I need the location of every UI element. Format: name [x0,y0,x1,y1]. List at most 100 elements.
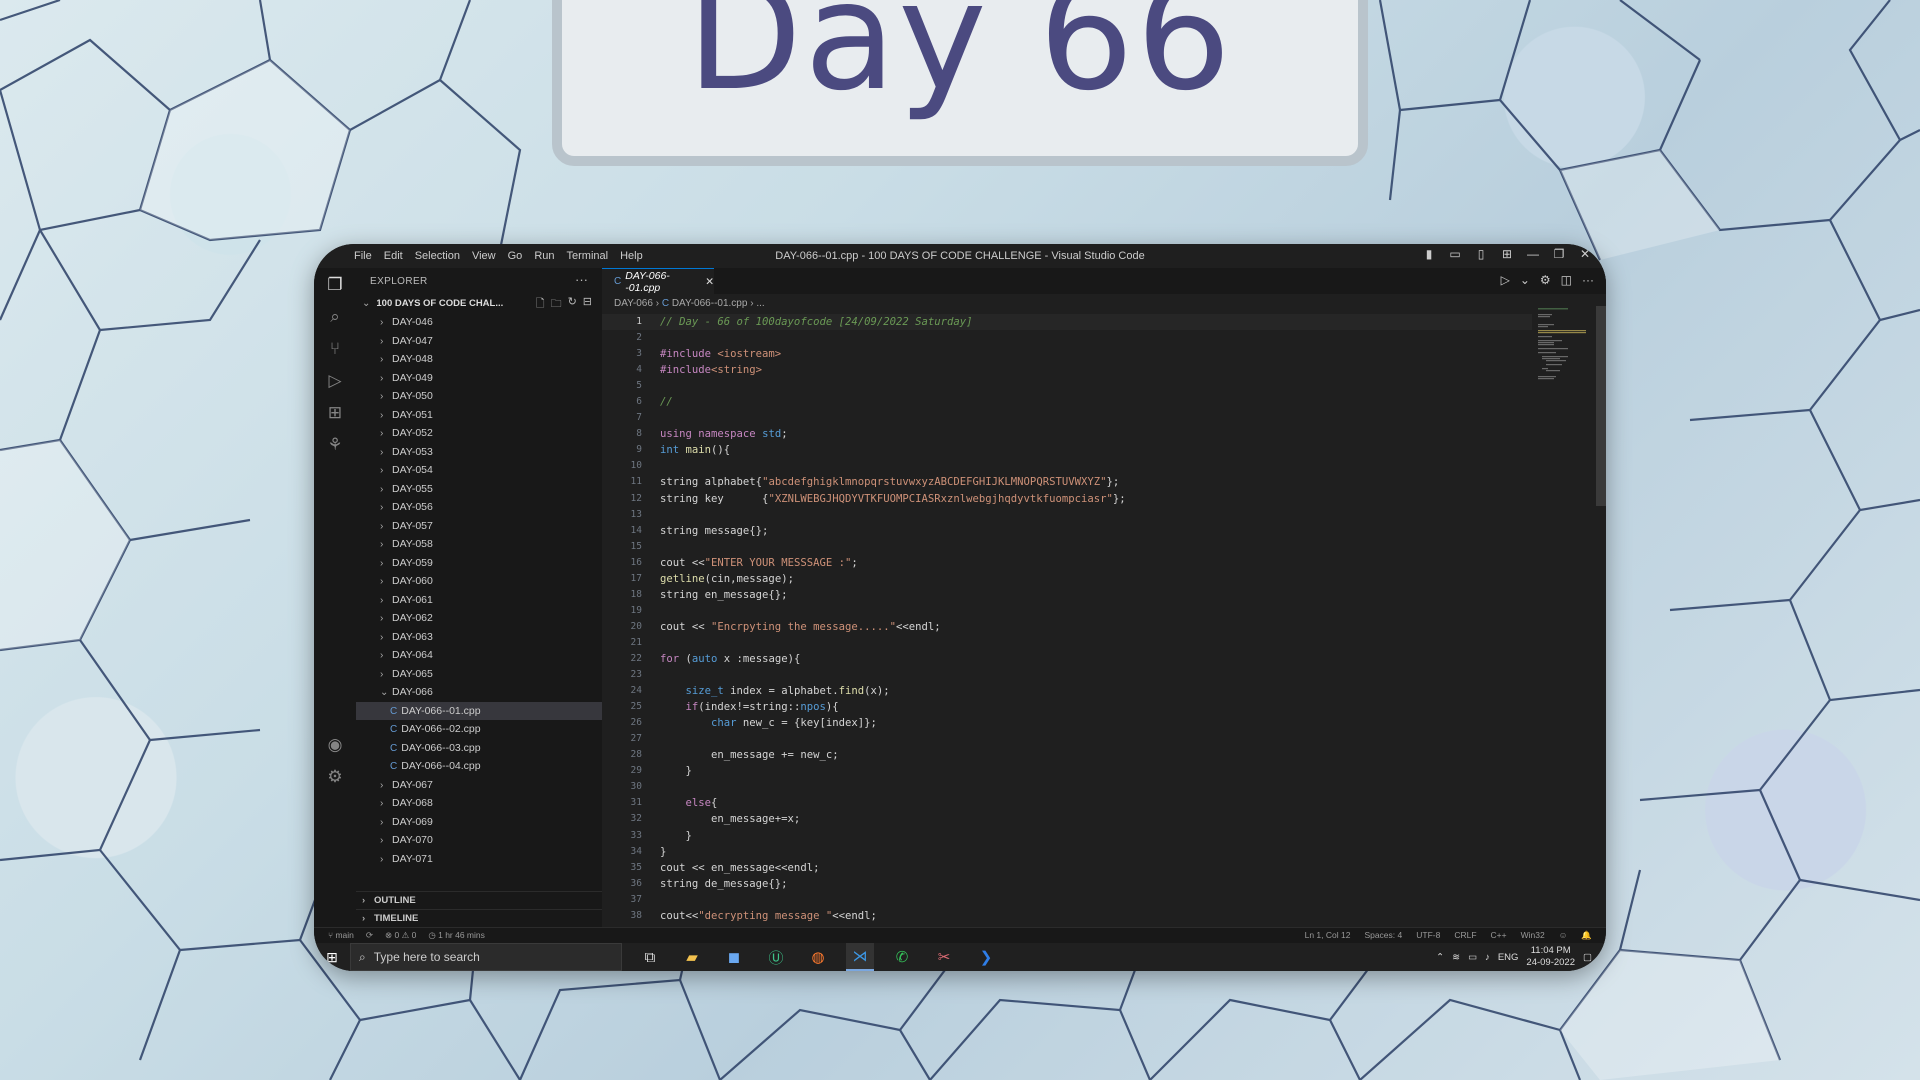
file-item[interactable]: C DAY-066--02.cpp [356,720,602,739]
timeline-section[interactable]: › TIMELINE [356,909,602,928]
folder-item[interactable]: ›DAY-072 [356,868,602,873]
notifications-bell-icon[interactable]: 🔔 [1581,930,1592,941]
folder-item[interactable]: › DAY-065 [356,665,602,684]
code-editor[interactable]: 1 // Day - 66 of 100dayofcode [24/09/2022… [602,314,1532,928]
chevron-down-icon[interactable]: ⌄ [1520,273,1530,287]
code-line[interactable]: 18 string en_message{}; [602,587,1532,603]
run-debug-icon[interactable]: ▷ [324,370,346,392]
code-line[interactable]: 8 using namespace std; [602,426,1532,442]
code-line[interactable]: 36 string de_message{}; [602,876,1532,892]
folder-item[interactable]: › DAY-061 [356,591,602,610]
folder-item[interactable]: › DAY-051 [356,406,602,425]
code-line[interactable]: 9 int main(){ [602,442,1532,458]
collapse-all-icon[interactable]: ⊟ [583,295,592,314]
folder-item[interactable]: › DAY-068 [356,794,602,813]
folder-item[interactable]: › DAY-046 [356,313,602,332]
code-line[interactable]: 25 if(index!=string::npos){ [602,699,1532,715]
whatsapp-icon[interactable]: ✆ [888,943,916,971]
feedback-icon[interactable]: ☺ [1559,930,1568,941]
battery-icon[interactable]: ▭ [1468,952,1477,963]
code-line[interactable]: 5 [602,378,1532,394]
more-actions-icon[interactable]: ··· [1582,273,1594,287]
customize-layout-icon[interactable]: ⊞ [1500,247,1514,261]
settings-gear-icon[interactable]: ⚙ [324,766,346,788]
refresh-icon[interactable]: ↻ [568,295,577,314]
close-icon[interactable]: ✕ [1578,247,1592,261]
close-tab-icon[interactable]: ✕ [705,276,714,288]
folder-item[interactable]: ⌄ DAY-066 [356,683,602,702]
file-item[interactable]: C DAY-066--01.cpp [356,701,602,720]
code-line[interactable]: 10 [602,458,1532,474]
code-line[interactable]: 15 [602,539,1532,555]
gear-icon[interactable]: ⚙ [1540,273,1551,287]
explorer-icon[interactable]: ❐ [324,274,346,296]
code-line[interactable]: 34} [602,844,1532,860]
code-line[interactable]: 14 string message{}; [602,523,1532,539]
code-line[interactable]: 32 en_message+=x; [602,811,1532,827]
chevron-up-icon[interactable]: ⌃ [1436,952,1444,963]
project-header[interactable]: ⌄ 100 DAYS OF CODE CHAL... 🗋 🗀 ↻ ⊟ [356,295,602,311]
more-actions-icon[interactable]: ··· [575,272,588,287]
code-line[interactable]: 22 for (auto x :message){ [602,651,1532,667]
vertical-scrollbar[interactable] [1596,306,1606,506]
folder-item[interactable]: › DAY-060 [356,572,602,591]
outline-section[interactable]: › OUTLINE [356,891,602,910]
code-line[interactable]: 27 [602,731,1532,747]
menu-selection[interactable]: Selection [409,250,466,262]
breadcrumb-file[interactable]: DAY-066--01.cpp [672,298,748,309]
code-line[interactable]: 37 [602,892,1532,908]
split-editor-icon[interactable]: ◫ [1561,273,1572,287]
cursor-position[interactable]: Ln 1, Col 12 [1305,930,1351,941]
menu-view[interactable]: View [466,250,502,262]
code-line[interactable]: 4 #include<string> [602,362,1532,378]
run-icon[interactable]: ▷ [1501,273,1510,287]
folder-item[interactable]: › DAY-057 [356,517,602,536]
extensions-icon[interactable]: ⊞ [324,402,346,424]
code-line[interactable]: 24 size_t index = alphabet.find(x); [602,683,1532,699]
code-line[interactable]: 13 [602,507,1532,523]
minimize-icon[interactable]: — [1526,247,1540,261]
toggle-panel-icon[interactable]: ▭ [1448,247,1462,261]
new-folder-icon[interactable]: 🗀 [551,295,562,314]
code-line[interactable]: 28 en_message += new_c; [602,747,1532,763]
line-endings[interactable]: CRLF [1454,930,1476,941]
code-line[interactable]: 1 // Day - 66 of 100dayofcode [24/09/2022… [602,314,1532,331]
folder-item[interactable]: › DAY-058 [356,535,602,554]
firefox-icon[interactable]: ◍ [804,943,832,971]
minimap[interactable] [1538,306,1598,386]
code-line[interactable]: 11 string alphabet{"abcdefghigklmnopqrstu… [602,474,1532,490]
vscode-taskbar-icon[interactable]: ⋊ [846,943,874,971]
folder-item[interactable]: › DAY-054 [356,461,602,480]
folder-item[interactable]: › DAY-062 [356,609,602,628]
input-language[interactable]: ENG [1498,952,1519,963]
toggle-sidebar-icon[interactable]: ▮ [1422,247,1436,261]
code-line[interactable]: 31 else{ [602,795,1532,811]
language-mode[interactable]: C++ [1491,930,1507,941]
taskbar-search-box[interactable]: ⌕ Type here to search [350,943,622,971]
code-line[interactable]: 12 string key {"XZNLWEBGJHQDYVTKFUOMPCIAS… [602,491,1532,507]
branch-status[interactable]: ⑂ main [328,930,354,941]
folder-item[interactable]: › DAY-067 [356,776,602,795]
menu-run[interactable]: Run [528,250,560,262]
breadcrumb-folder[interactable]: DAY-066 [614,298,653,309]
folder-item[interactable]: › DAY-070 [356,831,602,850]
code-line[interactable]: 6 // [602,394,1532,410]
folder-item[interactable]: › DAY-048 [356,350,602,369]
folder-item[interactable]: › DAY-053 [356,443,602,462]
menu-file[interactable]: File [348,250,378,262]
file-explorer-icon[interactable]: ▰ [678,943,706,971]
encoding[interactable]: UTF-8 [1416,930,1440,941]
power-automate-icon[interactable]: ❯ [972,943,1000,971]
time-tracker[interactable]: ◷ 1 hr 46 mins [428,930,485,941]
folder-item[interactable]: › DAY-052 [356,424,602,443]
windows-start-icon[interactable]: ⊞ [314,949,350,966]
folder-item[interactable]: › DAY-049 [356,369,602,388]
code-line[interactable]: 17 getline(cin,message); [602,571,1532,587]
breadcrumb-symbol[interactable]: ... [756,298,764,309]
code-line[interactable]: 26 char new_c = {key[index]}; [602,715,1532,731]
menu-go[interactable]: Go [502,250,529,262]
code-line[interactable]: 33 } [602,828,1532,844]
sync-icon[interactable]: ⟳ [366,930,373,941]
file-item[interactable]: C DAY-066--04.cpp [356,757,602,776]
folder-item[interactable]: › DAY-063 [356,628,602,647]
